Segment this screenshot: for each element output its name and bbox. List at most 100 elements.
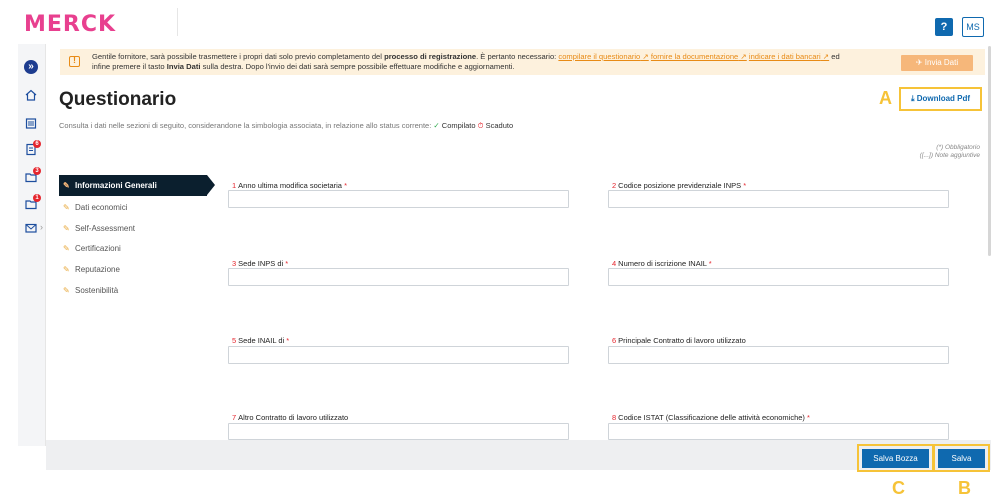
- check-icon: ✓: [433, 121, 440, 130]
- field-number: 1: [232, 181, 237, 190]
- warning-icon: [69, 55, 80, 67]
- marker-a: A: [879, 88, 892, 108]
- menu-item-dati-economici[interactable]: ✎ Dati economici: [63, 203, 128, 212]
- menu-item-label: Dati economici: [75, 203, 128, 212]
- field-number: 3: [232, 259, 237, 268]
- mail-icon[interactable]: [24, 221, 38, 235]
- marker-b: B: [958, 478, 971, 498]
- menu-item-label: Self-Assessment: [75, 224, 136, 233]
- save-button[interactable]: Salva: [938, 449, 985, 468]
- send-data-button[interactable]: ✈ Invia Dati: [901, 55, 973, 71]
- menu-item-label: Informazioni Generali: [75, 181, 157, 190]
- alert-bold-text: processo di registrazione: [384, 52, 477, 61]
- field-label: 5 Sede INAIL di *: [232, 336, 289, 345]
- sede-inail-input[interactable]: [228, 346, 569, 364]
- bank-details-link[interactable]: indicare i dati bancari: [749, 52, 821, 61]
- legend-required: (*) Obbligatorio: [936, 144, 980, 151]
- alert-text: infine premere il tasto: [92, 62, 167, 71]
- alert-text: ed: [829, 52, 840, 61]
- field-label-text: Altro Contratto di lavoro utilizzato: [238, 413, 349, 422]
- download-pdf-button[interactable]: ⤓ Download Pdf: [899, 87, 982, 111]
- clock-icon: ⏱: [477, 121, 484, 130]
- legend-notes: ([...]) Note aggiuntive: [919, 152, 980, 159]
- notification-badge: 3: [33, 167, 41, 175]
- compile-questionnaire-link[interactable]: compilare il questionario: [558, 52, 640, 61]
- anno-modifica-input[interactable]: [228, 190, 569, 208]
- external-link-icon: ↗: [640, 52, 649, 61]
- building-icon[interactable]: [24, 116, 38, 130]
- field-label-text: Numero di iscrizione INAIL: [618, 259, 707, 268]
- menu-item-certificazioni[interactable]: ✎ Certificazioni: [63, 244, 121, 253]
- menu-item-informazioni-generali[interactable]: ✎ Informazioni Generali: [59, 175, 215, 196]
- pencil-icon: ✎: [63, 224, 70, 233]
- menu-item-reputazione[interactable]: ✎ Reputazione: [63, 265, 120, 274]
- menu-item-sostenibilita[interactable]: ✎ Sostenibilità: [63, 286, 119, 295]
- field-label: 4 Numero di iscrizione INAIL *: [612, 259, 712, 268]
- marker-c: C: [892, 478, 905, 498]
- field-label-text: Principale Contratto di lavoro utilizzat…: [618, 336, 746, 345]
- alert-text: . È pertanto necessario:: [476, 52, 559, 61]
- provide-documentation-link[interactable]: fornire la documentazione: [651, 52, 738, 61]
- required-marker: *: [708, 259, 712, 268]
- required-marker: *: [286, 336, 290, 345]
- double-chevron-right-icon[interactable]: »: [24, 60, 38, 74]
- field-label: 7 Altro Contratto di lavoro utilizzato: [232, 413, 348, 422]
- field-number: 2: [612, 181, 617, 190]
- field-label: 3 Sede INPS di *: [232, 259, 288, 268]
- altro-contratto-input[interactable]: [228, 423, 569, 440]
- codice-inps-input[interactable]: [608, 190, 949, 208]
- scrollbar[interactable]: [988, 46, 991, 256]
- field-label: 8 Codice ISTAT (Classificazione delle att…: [612, 413, 810, 422]
- numero-inail-input[interactable]: [608, 268, 949, 286]
- help-button[interactable]: ?: [935, 18, 953, 36]
- sidebar: » 6 3 1 ›: [18, 44, 46, 446]
- top-divider: [177, 8, 178, 36]
- alert-text: sulla destra. Dopo l'invio dei dati sarà…: [200, 62, 515, 71]
- codice-istat-input[interactable]: [608, 423, 949, 440]
- alert-text: Gentile fornitore, sarà possibile trasme…: [92, 52, 385, 61]
- alert-message: Gentile fornitore, sarà possibile trasme…: [92, 52, 912, 72]
- menu-item-label: Certificazioni: [75, 244, 121, 253]
- subtitle-text: Consulta i dati nelle sezioni di seguito…: [59, 121, 432, 130]
- status-completed-label: Compilato: [441, 121, 476, 130]
- required-marker: *: [285, 259, 289, 268]
- field-number: 7: [232, 413, 237, 422]
- field-number: 4: [612, 259, 617, 268]
- menu-item-self-assessment[interactable]: ✎ Self-Assessment: [63, 224, 136, 233]
- home-icon[interactable]: [24, 88, 38, 102]
- merck-logo[interactable]: MERCK: [24, 14, 116, 36]
- footer-bar: [46, 440, 991, 470]
- field-label-text: Sede INAIL di: [238, 336, 285, 345]
- external-link-icon: ↗: [820, 52, 830, 61]
- external-link-icon: ↗: [738, 52, 747, 61]
- sede-inps-input[interactable]: [228, 268, 569, 286]
- menu-item-label: Sostenibilità: [75, 286, 119, 295]
- user-menu-button[interactable]: MS: [962, 17, 984, 37]
- chevron-right-icon[interactable]: ›: [40, 222, 43, 232]
- legend: (*) Obbligatorio ([...]) Note aggiuntive: [920, 144, 980, 160]
- top-bar: MERCK ? MS: [0, 0, 1004, 42]
- field-label-text: Sede INPS di: [238, 259, 284, 268]
- required-marker: *: [807, 413, 810, 422]
- app-root: MERCK ? MS » 6 3 1 › ! Gentile fornitore…: [0, 0, 1004, 503]
- registration-alert: Gentile fornitore, sarà possibile trasme…: [60, 49, 985, 75]
- contratto-principale-input[interactable]: [608, 346, 949, 364]
- field-number: 8: [612, 413, 617, 422]
- pencil-icon: ✎: [63, 265, 70, 274]
- send-data-label: Invia Dati: [924, 58, 959, 67]
- field-label: 1 Anno ultima modifica societaria *: [232, 181, 347, 190]
- field-number: 6: [612, 336, 617, 345]
- save-draft-button[interactable]: Salva Bozza: [862, 449, 929, 468]
- required-marker: *: [344, 181, 347, 190]
- field-label-text: Anno ultima modifica societaria: [238, 181, 342, 190]
- field-label-text: Codice ISTAT (Classificazione delle atti…: [618, 413, 805, 422]
- status-expired-label: Scaduto: [485, 121, 514, 130]
- field-label: 2 Codice posizione previdenziale INPS *: [612, 181, 746, 190]
- field-label: 6 Principale Contratto di lavoro utilizza…: [612, 336, 746, 345]
- pencil-icon: ✎: [63, 286, 70, 295]
- notification-badge: 6: [33, 140, 41, 148]
- field-number: 5: [232, 336, 237, 345]
- required-marker: *: [743, 181, 747, 190]
- pencil-icon: ✎: [63, 244, 70, 253]
- download-pdf-label: Download Pdf: [916, 94, 971, 103]
